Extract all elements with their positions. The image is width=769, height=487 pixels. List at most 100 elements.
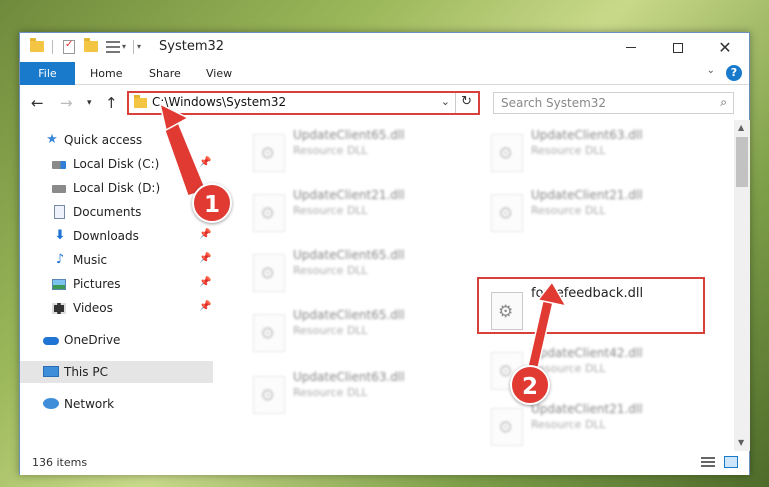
list-item[interactable]: UpdateClient65.dll Resource DLL: [241, 244, 461, 298]
highlight-box: [477, 277, 705, 334]
sidebar-item-pictures[interactable]: Pictures 📌: [20, 273, 213, 295]
pc-icon: [43, 366, 59, 377]
list-item[interactable]: UpdateClient63.dll Resource DLL: [479, 124, 699, 178]
ribbon-tabs: File Home Share View ⌄ ?: [20, 62, 749, 85]
search-icon[interactable]: ⌕: [720, 95, 727, 110]
search-input[interactable]: Search System32 ⌕: [493, 92, 734, 114]
downloads-icon: ⬇: [54, 228, 66, 243]
tab-view[interactable]: View: [198, 62, 240, 85]
file-name: UpdateClient63.dll: [293, 370, 405, 384]
list-item[interactable]: UpdateClient65.dll Resource DLL: [241, 124, 461, 178]
network-icon: [43, 398, 59, 409]
sidebar-item-videos[interactable]: Videos 📌: [20, 297, 213, 319]
sidebar-item-downloads[interactable]: ⬇ Downloads 📌: [20, 225, 213, 247]
sidebar-item-music[interactable]: ♪ Music 📌: [20, 249, 213, 271]
minimize-button[interactable]: [608, 33, 654, 62]
navigation-bar: ← → ▾ ↑ C:\Windows\System32 ⌄ ↻ Search S…: [20, 85, 749, 120]
new-folder-icon[interactable]: [84, 38, 98, 52]
step-badge-1: 1: [192, 183, 232, 223]
file-type: Resource DLL: [531, 418, 606, 431]
item-count: 136 items: [32, 456, 88, 469]
help-icon[interactable]: ?: [726, 65, 742, 81]
navigation-pane: ★ Quick access Local Disk (C:) 📌 Local D…: [20, 120, 213, 451]
file-type: Resource DLL: [293, 324, 368, 337]
maximize-button[interactable]: [655, 33, 701, 62]
vertical-scrollbar[interactable]: ▲ ▼: [734, 120, 750, 451]
videos-icon: [52, 303, 66, 314]
address-path[interactable]: C:\Windows\System32: [152, 95, 286, 109]
sidebar-item-onedrive[interactable]: OneDrive: [20, 329, 213, 351]
file-name: UpdateClient63.dll: [531, 128, 643, 142]
sidebar-item-this-pc[interactable]: This PC: [20, 361, 213, 383]
sidebar-item-local-disk-c[interactable]: Local Disk (C:) 📌: [20, 153, 213, 175]
star-icon: ★: [46, 132, 58, 147]
search-placeholder: Search System32: [501, 96, 607, 110]
sidebar-item-label: This PC: [64, 365, 108, 379]
list-item[interactable]: UpdateClient21.dll Resource DLL: [241, 184, 461, 238]
pin-icon[interactable]: 📌: [199, 157, 211, 168]
folder-icon[interactable]: [30, 38, 44, 52]
file-type: Resource DLL: [293, 386, 368, 399]
window-title: System32: [159, 39, 225, 54]
list-item[interactable]: UpdateClient21.dll Resource DLL: [479, 398, 699, 451]
dll-file-icon: [491, 194, 523, 232]
refresh-icon[interactable]: ↻: [461, 94, 472, 109]
music-icon: ♪: [55, 252, 65, 267]
drive-icon: [52, 185, 66, 193]
close-button[interactable]: ✕: [702, 33, 748, 62]
sidebar-item-label: Music: [73, 253, 108, 267]
file-name: UpdateClient42.dll: [531, 346, 643, 360]
view-icon[interactable]: [106, 41, 120, 53]
file-type: Resource DLL: [531, 144, 606, 157]
chevron-down-icon[interactable]: ⌄: [441, 95, 450, 108]
toolbar-divider: [133, 40, 134, 54]
title-bar: ▾ ▾ System32 ✕: [20, 33, 749, 62]
up-arrow-icon[interactable]: ↑: [105, 94, 118, 112]
dll-file-icon: [253, 376, 285, 414]
properties-icon[interactable]: [63, 39, 75, 54]
expand-ribbon-icon[interactable]: ⌄: [707, 65, 715, 76]
pin-icon[interactable]: 📌: [199, 253, 211, 264]
sidebar-item-documents[interactable]: Documents: [20, 201, 213, 223]
sidebar-item-label: OneDrive: [64, 333, 121, 347]
toolbar-divider: [52, 40, 53, 54]
dll-file-icon: [491, 134, 523, 172]
pin-icon[interactable]: 📌: [199, 301, 211, 312]
sidebar-item-label: Pictures: [73, 277, 121, 291]
sidebar-item-label: Local Disk (C:): [73, 157, 160, 171]
sidebar-item-label: Downloads: [73, 229, 139, 243]
folder-icon: [134, 95, 147, 108]
address-bar[interactable]: C:\Windows\System32 ⌄ ↻: [127, 91, 480, 115]
details-view-icon[interactable]: [701, 457, 715, 468]
tiles-view-icon[interactable]: [724, 456, 738, 468]
pin-icon[interactable]: 📌: [199, 229, 211, 240]
sidebar-item-network[interactable]: Network: [20, 393, 213, 415]
tab-home[interactable]: Home: [82, 62, 130, 85]
scroll-up-icon[interactable]: ▲: [738, 123, 744, 132]
forward-arrow-icon[interactable]: →: [60, 94, 73, 112]
scroll-down-icon[interactable]: ▼: [738, 438, 744, 447]
list-item[interactable]: UpdateClient65.dll Resource DLL: [241, 304, 461, 358]
recent-locations-icon[interactable]: ▾: [87, 98, 92, 108]
list-item[interactable]: UpdateClient21.dll Resource DLL: [479, 184, 699, 238]
customize-toolbar-icon[interactable]: ▾: [137, 42, 141, 58]
dll-file-icon: [491, 408, 523, 446]
file-name: UpdateClient65.dll: [293, 308, 405, 322]
file-name: UpdateClient65.dll: [293, 128, 405, 142]
sidebar-item-local-disk-d[interactable]: Local Disk (D:): [20, 177, 213, 199]
status-bar: 136 items: [20, 451, 749, 475]
file-type: Resource DLL: [293, 144, 368, 157]
list-item[interactable]: UpdateClient63.dll Resource DLL: [241, 366, 461, 420]
pictures-icon: [52, 279, 66, 290]
sidebar-item-label: Local Disk (D:): [73, 181, 161, 195]
tab-file[interactable]: File: [20, 62, 75, 85]
chevron-down-icon[interactable]: ▾: [122, 42, 126, 58]
file-name: UpdateClient21.dll: [531, 188, 643, 202]
drive-icon: [52, 161, 66, 169]
file-type: Resource DLL: [293, 204, 368, 217]
scroll-thumb[interactable]: [736, 137, 748, 187]
tab-share[interactable]: Share: [141, 62, 189, 85]
back-arrow-icon[interactable]: ←: [31, 94, 44, 112]
pin-icon[interactable]: 📌: [199, 277, 211, 288]
sidebar-item-quick-access[interactable]: ★ Quick access: [20, 129, 213, 151]
